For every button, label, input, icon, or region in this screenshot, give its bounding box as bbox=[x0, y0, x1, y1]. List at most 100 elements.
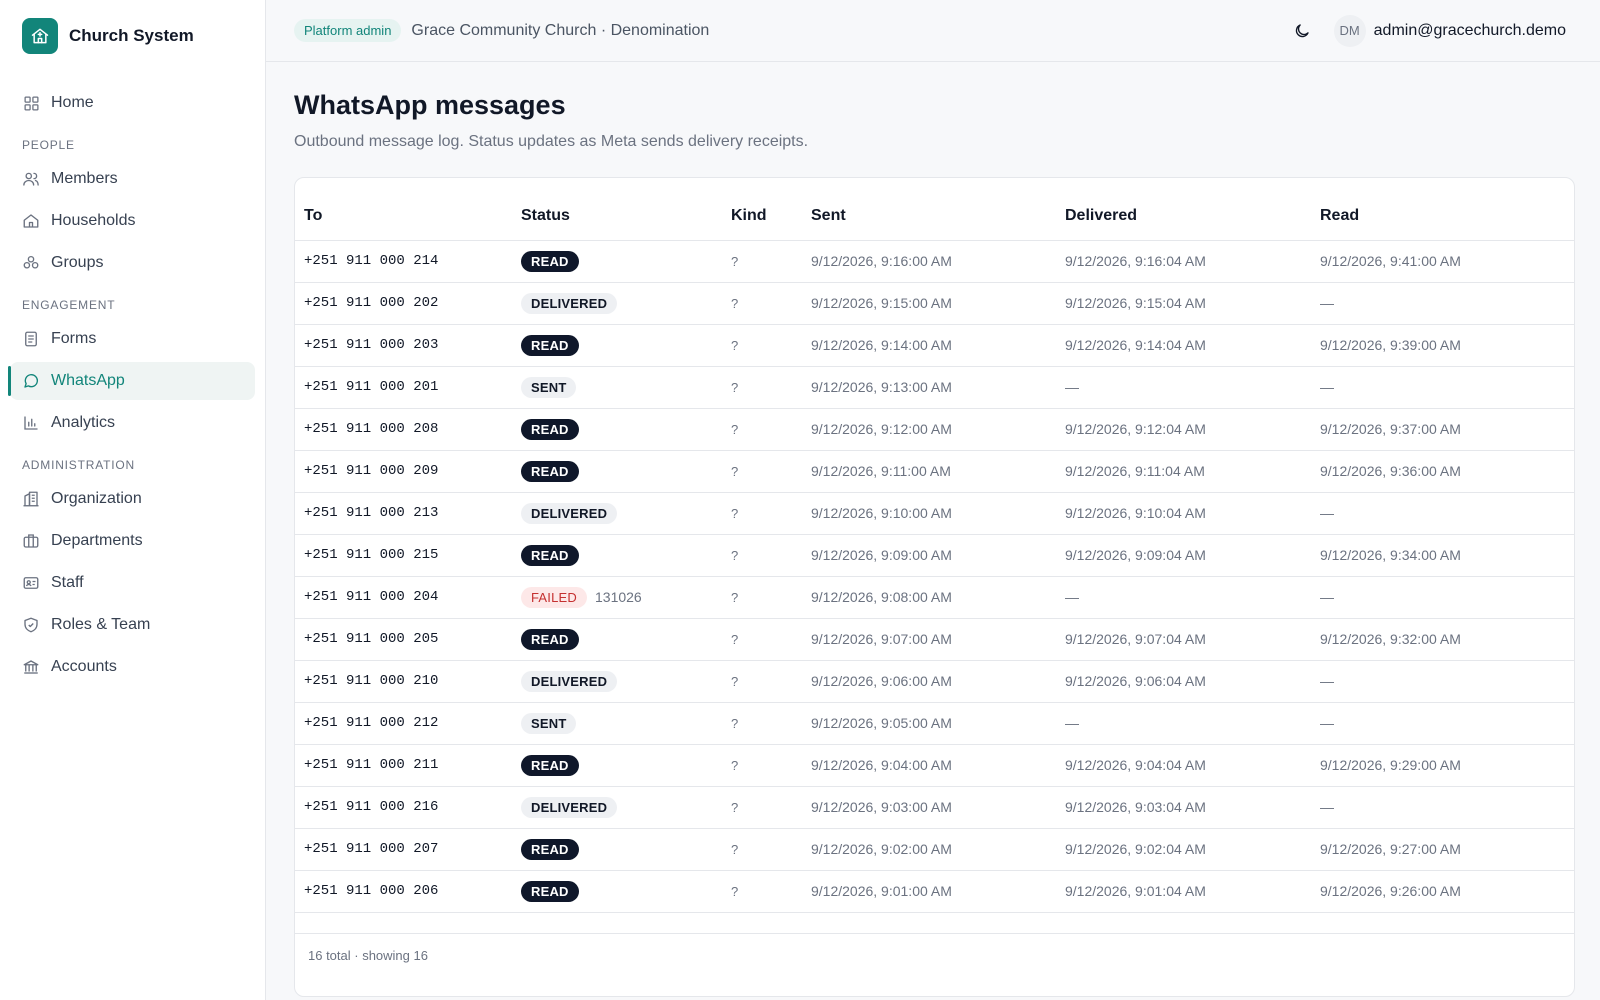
cell-delivered: 9/12/2026, 9:06:04 AM bbox=[1065, 660, 1320, 703]
table-row[interactable]: +251 911 000 203 READ? 9/12/2026, 9:14:00 … bbox=[295, 324, 1574, 367]
cell-delivered: — bbox=[1065, 702, 1320, 745]
cell-sent: 9/12/2026, 9:10:00 AM bbox=[811, 492, 1065, 535]
avatar[interactable]: DM bbox=[1333, 14, 1366, 47]
table-row[interactable]: +251 911 000 201 SENT? 9/12/2026, 9:13:00 … bbox=[295, 366, 1574, 409]
grid-icon bbox=[22, 94, 40, 112]
cell-to: +251 911 000 213 bbox=[295, 492, 521, 535]
page-subtitle: Outbound message log. Status updates as … bbox=[294, 133, 809, 150]
cell-kind: ? bbox=[731, 744, 811, 787]
sidebar-item-accounts[interactable]: Accounts bbox=[10, 648, 255, 686]
status-badge: READ bbox=[521, 880, 579, 902]
status-badge: SENT bbox=[521, 712, 577, 734]
status-badge: READ bbox=[521, 418, 579, 440]
sidebar-item-groups[interactable]: Groups bbox=[10, 244, 255, 282]
sidebar-item-households[interactable]: Households bbox=[10, 202, 255, 240]
id-card-icon bbox=[22, 574, 40, 592]
bar-chart-icon bbox=[22, 414, 40, 432]
cell-sent: 9/12/2026, 9:07:00 AM bbox=[811, 618, 1065, 661]
sidebar-item-whatsapp[interactable]: WhatsApp bbox=[8, 362, 255, 400]
table-row[interactable]: +251 911 000 210 DELIVERED? 9/12/2026, 9:0… bbox=[295, 660, 1574, 703]
cell-sent: 9/12/2026, 9:04:00 AM bbox=[811, 744, 1065, 787]
cell-read: 9/12/2026, 9:26:00 AM bbox=[1320, 870, 1574, 913]
shield-icon bbox=[22, 616, 40, 634]
sidebar-item-label: Accounts bbox=[51, 658, 117, 675]
sidebar-item-analytics[interactable]: Analytics bbox=[10, 404, 255, 442]
cell-sent: 9/12/2026, 9:12:00 AM bbox=[811, 408, 1065, 451]
cell-status: SENT bbox=[521, 702, 731, 745]
cell-read: — bbox=[1320, 366, 1574, 409]
sidebar-item-forms[interactable]: Forms bbox=[10, 320, 255, 358]
status-badge: DELIVERED bbox=[521, 670, 618, 692]
cell-delivered: 9/12/2026, 9:04:04 AM bbox=[1065, 744, 1320, 787]
table-row[interactable]: +251 911 000 202 DELIVERED? 9/12/2026, 9:1… bbox=[295, 282, 1574, 325]
table-row[interactable]: +251 911 000 209 READ? 9/12/2026, 9:11:00 … bbox=[295, 450, 1574, 493]
cell-delivered: 9/12/2026, 9:07:04 AM bbox=[1065, 618, 1320, 661]
table-row[interactable]: +251 911 000 204 FAILED 131026? 9/12/2026, … bbox=[295, 576, 1574, 619]
cell-read: 9/12/2026, 9:39:00 AM bbox=[1320, 324, 1574, 367]
sidebar-item-label: WhatsApp bbox=[51, 372, 125, 389]
cell-kind: ? bbox=[731, 366, 811, 409]
section-engagement: ENGAGEMENT bbox=[22, 298, 116, 312]
table-row[interactable]: +251 911 000 213 DELIVERED? 9/12/2026, 9:1… bbox=[295, 492, 1574, 535]
cell-kind: ? bbox=[731, 534, 811, 577]
table-row[interactable]: +251 911 000 215 READ? 9/12/2026, 9:09:00 … bbox=[295, 534, 1574, 577]
cell-sent: 9/12/2026, 9:03:00 AM bbox=[811, 786, 1065, 829]
cell-status: SENT bbox=[521, 366, 731, 409]
cell-kind: ? bbox=[731, 786, 811, 829]
bank-icon bbox=[22, 658, 40, 676]
cell-read: 9/12/2026, 9:41:00 AM bbox=[1320, 240, 1574, 283]
sidebar-item-roles-team[interactable]: Roles & Team bbox=[10, 606, 255, 644]
cell-sent: 9/12/2026, 9:08:00 AM bbox=[811, 576, 1065, 619]
cell-read: — bbox=[1320, 282, 1574, 325]
cell-sent: 9/12/2026, 9:06:00 AM bbox=[811, 660, 1065, 703]
section-people: PEOPLE bbox=[22, 138, 75, 152]
cell-to: +251 911 000 216 bbox=[295, 786, 521, 829]
page-title: WhatsApp messages bbox=[294, 90, 566, 120]
sidebar-item-members[interactable]: Members bbox=[10, 160, 255, 198]
cell-delivered: 9/12/2026, 9:11:04 AM bbox=[1065, 450, 1320, 493]
sidebar-item-label: Home bbox=[51, 94, 94, 111]
column-header-kind: Kind bbox=[731, 178, 811, 241]
cell-status: READ bbox=[521, 828, 731, 871]
sidebar-item-label: Groups bbox=[51, 254, 104, 271]
cell-to: +251 911 000 214 bbox=[295, 240, 521, 283]
table-row[interactable]: +251 911 000 206 READ? 9/12/2026, 9:01:00 … bbox=[295, 870, 1574, 913]
sidebar-item-label: Departments bbox=[51, 532, 143, 549]
messages-table: To Status Kind Sent Delivered Read +251 … bbox=[295, 178, 1574, 913]
cell-sent: 9/12/2026, 9:14:00 AM bbox=[811, 324, 1065, 367]
table-row[interactable]: +251 911 000 208 READ? 9/12/2026, 9:12:00 … bbox=[295, 408, 1574, 451]
table-row[interactable]: +251 911 000 212 SENT? 9/12/2026, 9:05:00 … bbox=[295, 702, 1574, 745]
table-row[interactable]: +251 911 000 216 DELIVERED? 9/12/2026, 9:0… bbox=[295, 786, 1574, 829]
messages-card: To Status Kind Sent Delivered Read +251 … bbox=[294, 177, 1575, 997]
table-row[interactable]: +251 911 000 211 READ? 9/12/2026, 9:04:00 … bbox=[295, 744, 1574, 787]
church-icon bbox=[22, 18, 58, 54]
cell-to: +251 911 000 207 bbox=[295, 828, 521, 871]
cell-kind: ? bbox=[731, 870, 811, 913]
header-actions: DM admin@gracechurch.demo bbox=[1286, 14, 1566, 47]
sidebar-item-organization[interactable]: Organization bbox=[10, 480, 255, 518]
cell-kind: ? bbox=[731, 324, 811, 367]
user-email[interactable]: admin@gracechurch.demo bbox=[1374, 22, 1566, 40]
sidebar-item-home[interactable]: Home bbox=[10, 84, 255, 122]
cell-delivered: 9/12/2026, 9:01:04 AM bbox=[1065, 870, 1320, 913]
groups-icon bbox=[22, 254, 40, 272]
cell-sent: 9/12/2026, 9:11:00 AM bbox=[811, 450, 1065, 493]
sidebar-item-staff[interactable]: Staff bbox=[10, 564, 255, 602]
cell-status: READ bbox=[521, 534, 731, 577]
cell-to: +251 911 000 215 bbox=[295, 534, 521, 577]
sidebar-item-label: Staff bbox=[51, 574, 84, 591]
cell-to: +251 911 000 208 bbox=[295, 408, 521, 451]
brand[interactable]: Church System bbox=[0, 0, 265, 72]
cell-kind: ? bbox=[731, 492, 811, 535]
cell-delivered: 9/12/2026, 9:16:04 AM bbox=[1065, 240, 1320, 283]
org-name: Grace Community Church · Denomination bbox=[411, 21, 710, 39]
sidebar-item-departments[interactable]: Departments bbox=[10, 522, 255, 560]
table-row[interactable]: +251 911 000 207 READ? 9/12/2026, 9:02:00 … bbox=[295, 828, 1574, 871]
table-row[interactable]: +251 911 000 214 READ? 9/12/2026, 9:16:00 … bbox=[295, 240, 1574, 283]
table-row[interactable]: +251 911 000 205 READ? 9/12/2026, 9:07:00 … bbox=[295, 618, 1574, 661]
sidebar: Church System Home PEOPLE Members Househ… bbox=[0, 0, 266, 1000]
cell-status: READ bbox=[521, 744, 731, 787]
house-icon bbox=[22, 212, 40, 230]
cell-status: FAILED 131026 bbox=[521, 576, 731, 619]
moon-icon[interactable] bbox=[1286, 15, 1318, 47]
